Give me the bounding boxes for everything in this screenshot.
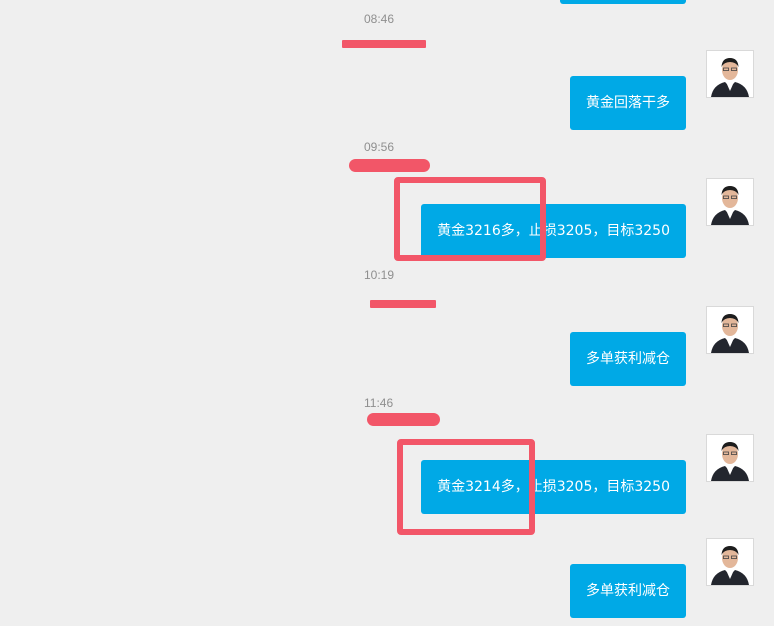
timestamp: 10:19 bbox=[364, 268, 395, 282]
annotation-underline bbox=[349, 159, 430, 172]
sender-avatar[interactable] bbox=[706, 178, 754, 226]
annotation-highlight-box bbox=[397, 439, 535, 535]
sender-avatar[interactable] bbox=[706, 538, 754, 586]
sender-avatar[interactable] bbox=[706, 50, 754, 98]
sender-avatar[interactable] bbox=[706, 434, 754, 482]
user-photo-icon bbox=[707, 539, 753, 585]
timestamp: 08:46 bbox=[364, 12, 395, 26]
timestamp: 09:56 bbox=[364, 140, 395, 154]
annotation-highlight-box bbox=[394, 177, 546, 261]
user-photo-icon bbox=[707, 435, 753, 481]
annotation-underline bbox=[342, 40, 426, 48]
message-bubble[interactable]: 黄金回落干多 bbox=[570, 76, 686, 130]
user-photo-icon bbox=[707, 307, 753, 353]
sender-avatar[interactable] bbox=[706, 306, 754, 354]
annotation-underline bbox=[370, 300, 436, 308]
message-bubble[interactable]: 多单获利减仓 bbox=[570, 332, 686, 386]
annotation-underline bbox=[367, 413, 440, 426]
previous-message-bubble bbox=[560, 0, 686, 4]
user-photo-icon bbox=[707, 51, 753, 97]
message-bubble[interactable]: 多单获利减仓 bbox=[570, 564, 686, 618]
timestamp: 11:46 bbox=[364, 396, 394, 410]
user-photo-icon bbox=[707, 179, 753, 225]
